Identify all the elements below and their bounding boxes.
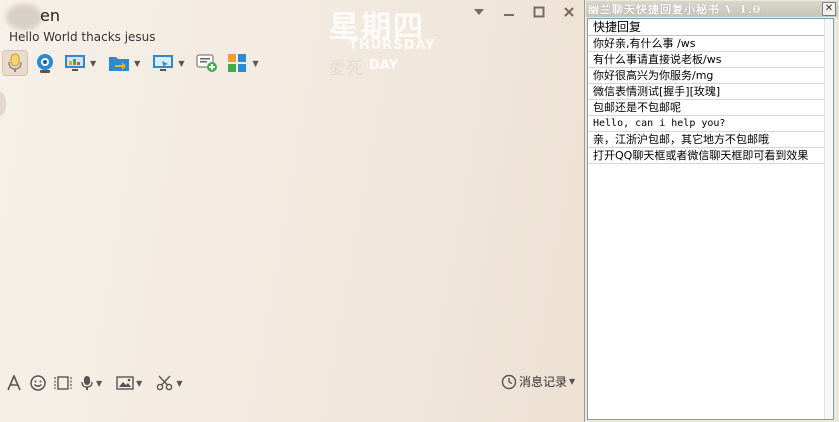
video-call-button[interactable] <box>32 48 58 78</box>
maximize-icon[interactable] <box>524 0 554 24</box>
window-controls <box>464 0 584 26</box>
add-message-button[interactable] <box>194 48 220 78</box>
list-item[interactable]: 包邮还是不包邮呢 <box>588 100 833 116</box>
voice-call-button[interactable] <box>2 48 28 78</box>
voice-icon <box>81 376 93 390</box>
chat-window: en Hello World thacks jesus 星期四 THURSDAY… <box>0 0 584 422</box>
scissors-icon <box>157 375 173 391</box>
message-avatar <box>0 92 6 116</box>
chevron-down-icon[interactable]: ▼ <box>176 379 182 388</box>
contact-signature: Hello World thacks jesus <box>9 30 156 44</box>
font-button[interactable] <box>6 375 22 391</box>
list-item[interactable]: 打开QQ聊天框或者微信聊天框即可看到效果 <box>588 148 833 164</box>
chevron-down-icon[interactable]: ▼ <box>134 59 140 68</box>
image-button[interactable]: ▼ <box>116 376 148 390</box>
chat-toolbar: ▼ ▼ ▼ ▼ <box>2 48 269 78</box>
apps-button[interactable]: ▼ <box>224 48 264 78</box>
screenshot-icon <box>54 376 72 390</box>
message-history-button[interactable]: 消息记录 ▼ <box>501 373 581 390</box>
scrollbar[interactable] <box>824 19 833 419</box>
list-item[interactable]: 有什么事请直接说老板/ws <box>588 52 833 68</box>
list-item[interactable]: 你好很高兴为你服务/mg <box>588 68 833 84</box>
watermark-tag-cn: 愛死 <box>329 59 363 79</box>
emoji-button[interactable] <box>30 375 46 391</box>
minimize-icon[interactable] <box>494 0 524 24</box>
camera-icon <box>32 50 58 76</box>
close-icon[interactable] <box>554 0 584 24</box>
remote-desktop-icon <box>150 50 176 76</box>
list-header[interactable]: 快捷回复 <box>588 19 833 36</box>
microphone-icon <box>2 50 28 76</box>
add-message-icon <box>194 50 220 76</box>
watermark-day-en: THURSDAY <box>349 38 436 53</box>
contact-name[interactable]: en <box>40 6 60 25</box>
apps-grid-icon <box>224 50 250 76</box>
quick-reply-panel: 幽兰聊天快捷回复小秘书 V 1.0 ✕ 快捷回复 你好亲,有什么事 /ws 有什… <box>584 0 839 422</box>
chevron-down-icon[interactable]: ▼ <box>569 377 575 386</box>
list-item[interactable]: Hello, can i help you? <box>588 116 833 132</box>
image-icon <box>116 376 134 390</box>
voice-message-button[interactable]: ▼ <box>80 375 108 391</box>
list-item[interactable]: 亲，江浙沪包邮，其它地方不包邮哦 <box>588 132 833 148</box>
file-transfer-button[interactable]: ▼ <box>106 48 146 78</box>
panel-title: 幽兰聊天快捷回复小秘书 V 1.0 <box>588 3 762 16</box>
screen-share-icon <box>62 50 88 76</box>
chevron-down-icon[interactable]: ▼ <box>96 379 102 388</box>
file-transfer-icon <box>106 50 132 76</box>
capture-button[interactable]: ▼ <box>156 375 188 391</box>
screen-share-button[interactable]: ▼ <box>62 48 102 78</box>
chevron-down-icon[interactable]: ▼ <box>252 59 258 68</box>
emoji-icon <box>30 375 46 391</box>
input-toolbar: ▼ ▼ ▼ <box>6 372 196 394</box>
remote-desktop-button[interactable]: ▼ <box>150 48 190 78</box>
screenshot-button[interactable] <box>54 375 72 391</box>
list-item[interactable]: 微信表情测试[握手][玫瑰] <box>588 84 833 100</box>
watermark-tag-en: DAY <box>369 58 399 73</box>
close-icon[interactable]: ✕ <box>822 2 836 16</box>
avatar[interactable] <box>6 4 42 30</box>
message-history-label: 消息记录 <box>519 375 568 389</box>
chevron-down-icon[interactable]: ▼ <box>136 379 142 388</box>
quick-reply-list: 快捷回复 你好亲,有什么事 /ws 有什么事请直接说老板/ws 你好很高兴为你服… <box>587 18 834 420</box>
chevron-down-icon[interactable]: ▼ <box>90 59 96 68</box>
chevron-down-icon[interactable] <box>464 0 494 24</box>
panel-title-bar: 幽兰聊天快捷回复小秘书 V 1.0 ✕ <box>586 1 838 17</box>
chevron-down-icon[interactable]: ▼ <box>178 59 184 68</box>
list-item[interactable]: 你好亲,有什么事 /ws <box>588 36 833 52</box>
clock-icon <box>501 374 517 389</box>
font-icon <box>7 375 21 391</box>
